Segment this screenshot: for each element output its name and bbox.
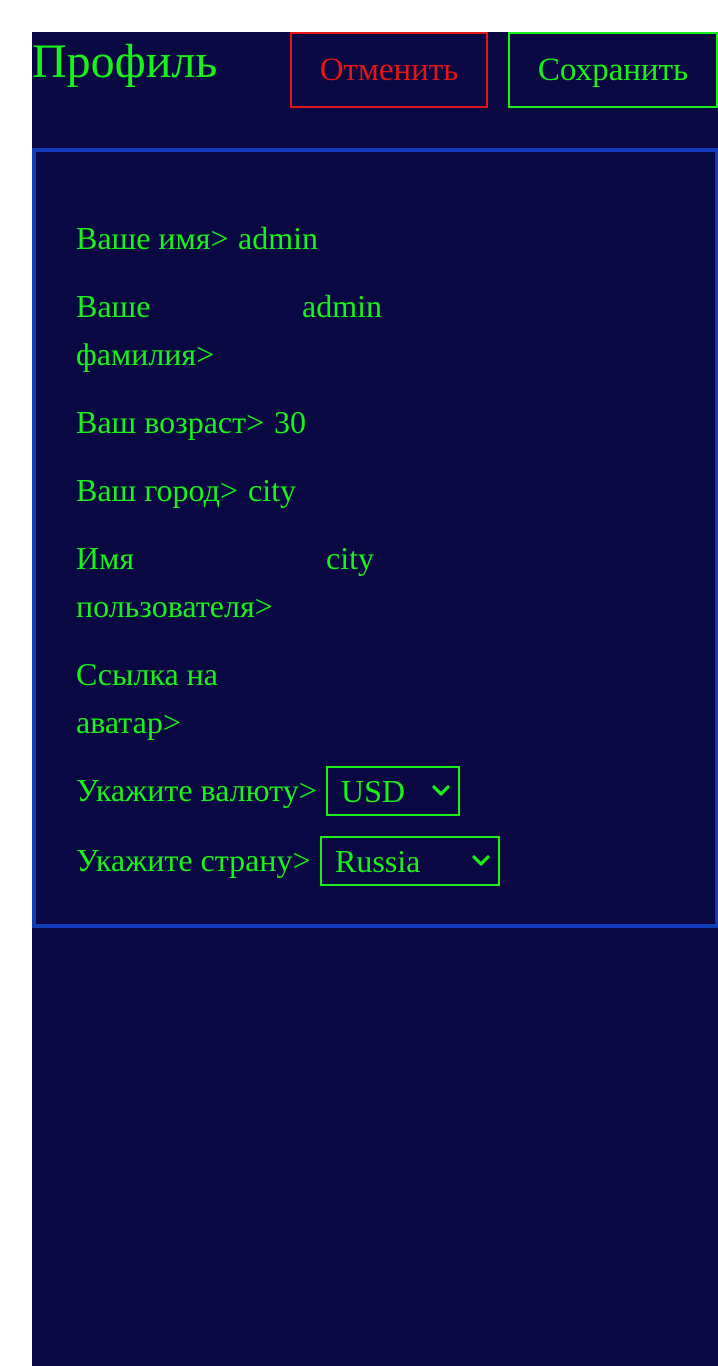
username-label: Имя пользователя> [76, 534, 273, 630]
header: Профиль Отменить Сохранить [32, 32, 718, 108]
username-value[interactable]: city [326, 534, 374, 582]
age-value[interactable]: 30 [274, 398, 306, 446]
age-label: Ваш возраст> [76, 404, 265, 440]
currency-selected-value: USD [341, 773, 406, 809]
first-name-value[interactable]: admin [238, 214, 318, 262]
city-label: Ваш город> [76, 472, 238, 508]
currency-select[interactable]: USD [326, 766, 460, 816]
page-title: Профиль [32, 35, 218, 88]
avatar-label-line1: Ссылка на [76, 656, 218, 692]
last-name-value[interactable]: admin [302, 282, 382, 330]
currency-label: Укажите валюту> [76, 772, 317, 808]
profile-screen: Профиль Отменить Сохранить Ваше имя> adm… [32, 32, 718, 1366]
profile-panel: Ваше имя> admin Ваше фамилия> admin Ваш … [32, 148, 718, 928]
country-select[interactable]: Russia [320, 836, 500, 886]
last-name-label-line1: Ваше [76, 288, 151, 324]
city-value[interactable]: city [248, 466, 296, 514]
avatar-label-line2: аватар> [76, 704, 181, 740]
cancel-button[interactable]: Отменить [290, 32, 488, 108]
last-name-label: Ваше фамилия> [76, 282, 214, 378]
country-label: Укажите страну> [76, 842, 311, 878]
save-button[interactable]: Сохранить [508, 32, 718, 108]
username-label-line1: Имя [76, 540, 135, 576]
avatar-label: Ссылка на аватар> [76, 650, 218, 746]
chevron-down-icon [472, 855, 490, 866]
username-label-line2: пользователя> [76, 588, 273, 624]
country-selected-value: Russia [335, 843, 421, 879]
first-name-label: Ваше имя> [76, 220, 229, 256]
chevron-down-icon [432, 785, 450, 796]
last-name-label-line2: фамилия> [76, 336, 215, 372]
